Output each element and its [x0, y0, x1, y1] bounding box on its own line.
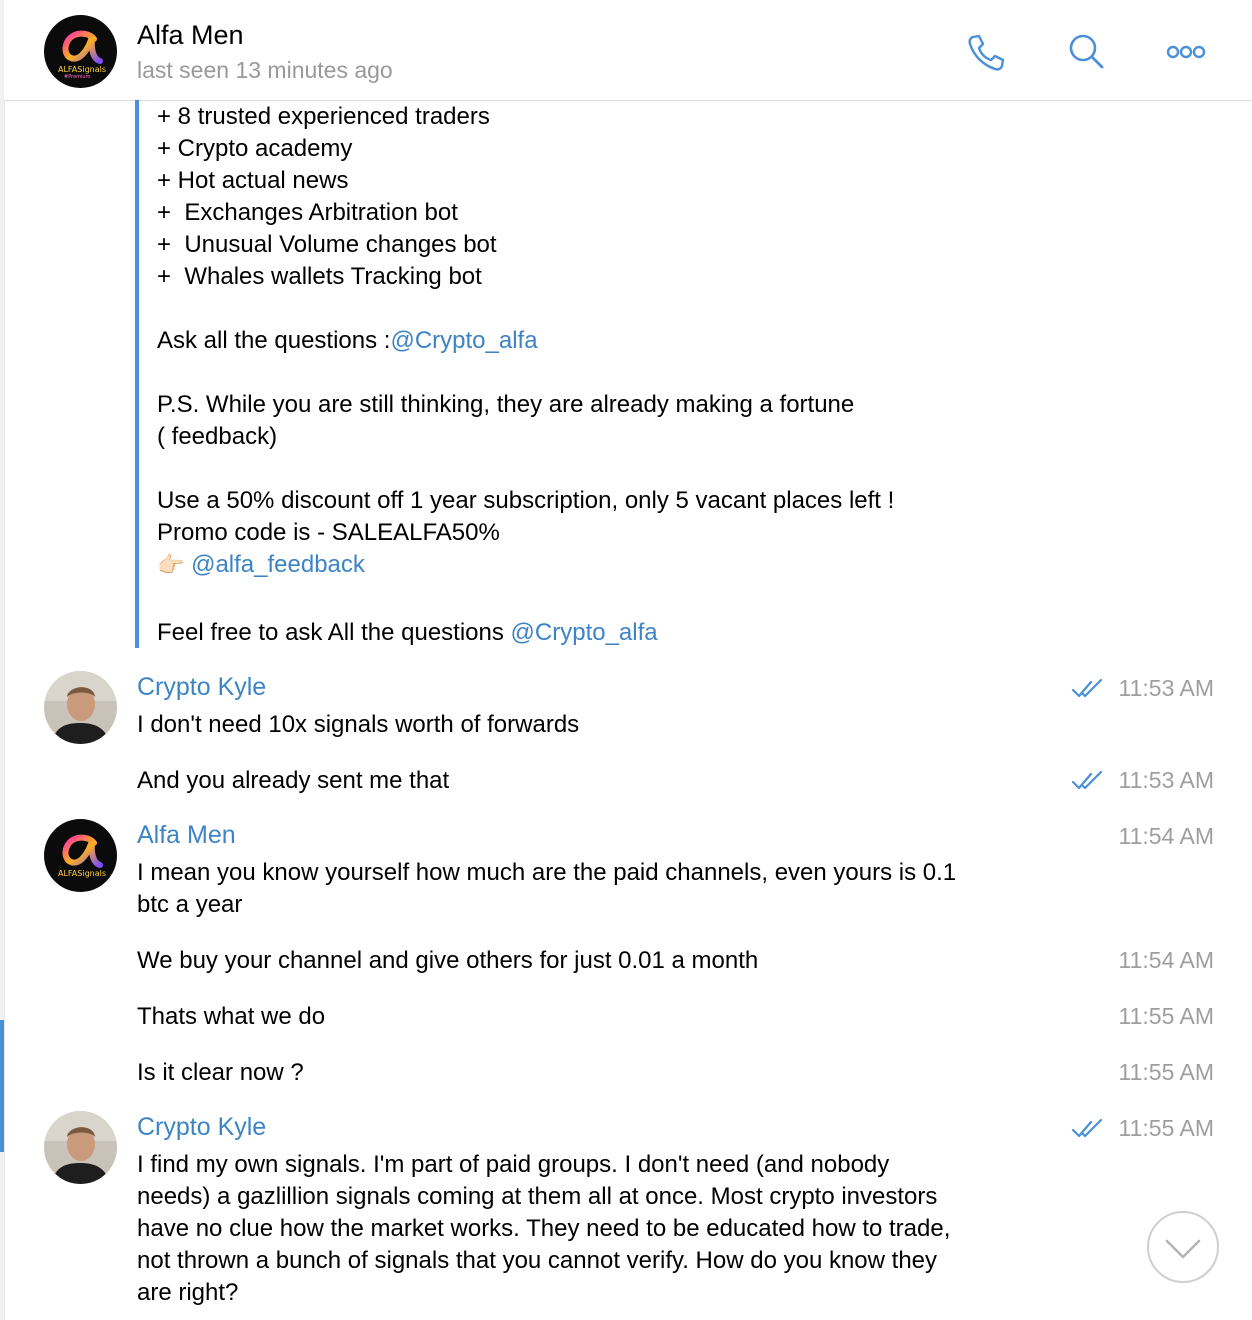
sender-name[interactable]: Alfa Men — [137, 821, 236, 850]
chevron-down-icon — [1165, 1239, 1201, 1259]
ps-line-2: ( feedback) — [157, 423, 278, 450]
message-text: I find my own signals. I'm part of paid … — [137, 1151, 890, 1178]
chat-header: ALFASignals #Premium Alfa Men last seen … — [4, 0, 1252, 101]
message-text: And you already sent me that — [137, 767, 450, 794]
chat-status: last seen 13 minutes ago — [137, 57, 393, 83]
feature-line: + Crypto academy — [157, 135, 353, 162]
scroll-down-button[interactable] — [1147, 1211, 1219, 1283]
message-text: I mean you know yourself how much are th… — [137, 859, 957, 886]
alfa-feedback-link[interactable]: @alfa_feedback — [191, 551, 365, 578]
feel-free-line: Feel free to ask All the questions @Cryp… — [157, 617, 658, 649]
discount-line: Use a 50% discount off 1 year subscripti… — [157, 487, 895, 514]
avatar[interactable]: ALFASignals — [44, 819, 117, 892]
message-time: 11:54 AM — [1118, 823, 1214, 849]
chat-title[interactable]: Alfa Men — [137, 20, 244, 51]
user-photo-icon — [44, 671, 117, 744]
phone-icon[interactable] — [964, 30, 1008, 74]
logo-text: ALFASignals — [58, 65, 107, 74]
feature-line: + Unusual Volume changes bot — [157, 231, 497, 258]
crypto-alfa-link[interactable]: @Crypto_alfa — [511, 619, 658, 646]
sender-name[interactable]: Crypto Kyle — [137, 673, 266, 702]
ps-line: P.S. While you are still thinking, they … — [157, 391, 855, 418]
more-icon[interactable] — [1164, 30, 1208, 74]
message-text: needs) a gazlillion signals coming at th… — [137, 1183, 938, 1210]
chat-avatar[interactable]: ALFASignals #Premium — [44, 15, 117, 88]
sender-name[interactable]: Crypto Kyle — [137, 1113, 266, 1142]
feature-line: + Whales wallets Tracking bot — [157, 263, 482, 290]
message-text: btc a year — [137, 891, 243, 918]
alfa-logo-icon — [62, 834, 103, 868]
user-photo-icon — [44, 1111, 117, 1184]
double-check-icon — [1071, 1118, 1103, 1138]
feedback-line: 👉🏻 @alfa_feedback — [157, 549, 365, 581]
double-check-icon — [1071, 678, 1103, 698]
message-time: 11:54 AM — [1118, 947, 1214, 973]
pointing-hand-icon: 👉🏻 — [157, 552, 185, 577]
message-time: 11:53 AM — [1118, 767, 1214, 793]
message-time: 11:55 AM — [1118, 1059, 1214, 1085]
message-time: 11:55 AM — [1118, 1003, 1214, 1029]
message-text: Thats what we do — [137, 1003, 326, 1030]
double-check-icon — [1071, 770, 1103, 790]
message-text: have no clue how the market works. They … — [137, 1215, 951, 1242]
left-accent-bar — [0, 1020, 4, 1152]
message-text: We buy your channel and give others for … — [137, 947, 759, 974]
message-text: Is it clear now ? — [137, 1059, 304, 1086]
promo-line: Promo code is - SALEALFA50% — [157, 519, 500, 546]
feature-line: + Hot actual news — [157, 167, 349, 194]
feel-free-text: Feel free to ask All the questions — [157, 619, 511, 646]
ask-line: Ask all the questions :@Crypto_alfa — [157, 325, 538, 357]
crypto-alfa-link[interactable]: @Crypto_alfa — [390, 327, 537, 354]
message-time: 11:55 AM — [1118, 1115, 1214, 1141]
message-text: are right? — [137, 1279, 239, 1306]
forward-quote-bar — [135, 100, 139, 648]
feature-line: + Exchanges Arbitration bot — [157, 199, 458, 226]
message-text: not thrown a bunch of signals that you c… — [137, 1247, 938, 1274]
search-icon[interactable] — [1064, 30, 1108, 74]
logo-text: ALFASignals — [58, 869, 107, 878]
message-time: 11:53 AM — [1118, 675, 1214, 701]
message-text: I don't need 10x signals worth of forwar… — [137, 711, 580, 738]
avatar[interactable] — [44, 671, 117, 744]
avatar[interactable] — [44, 1111, 117, 1184]
logo-subtext: #Premium — [64, 74, 91, 80]
feature-line: + 8 trusted experienced traders — [157, 103, 490, 130]
ask-text: Ask all the questions : — [157, 327, 391, 354]
